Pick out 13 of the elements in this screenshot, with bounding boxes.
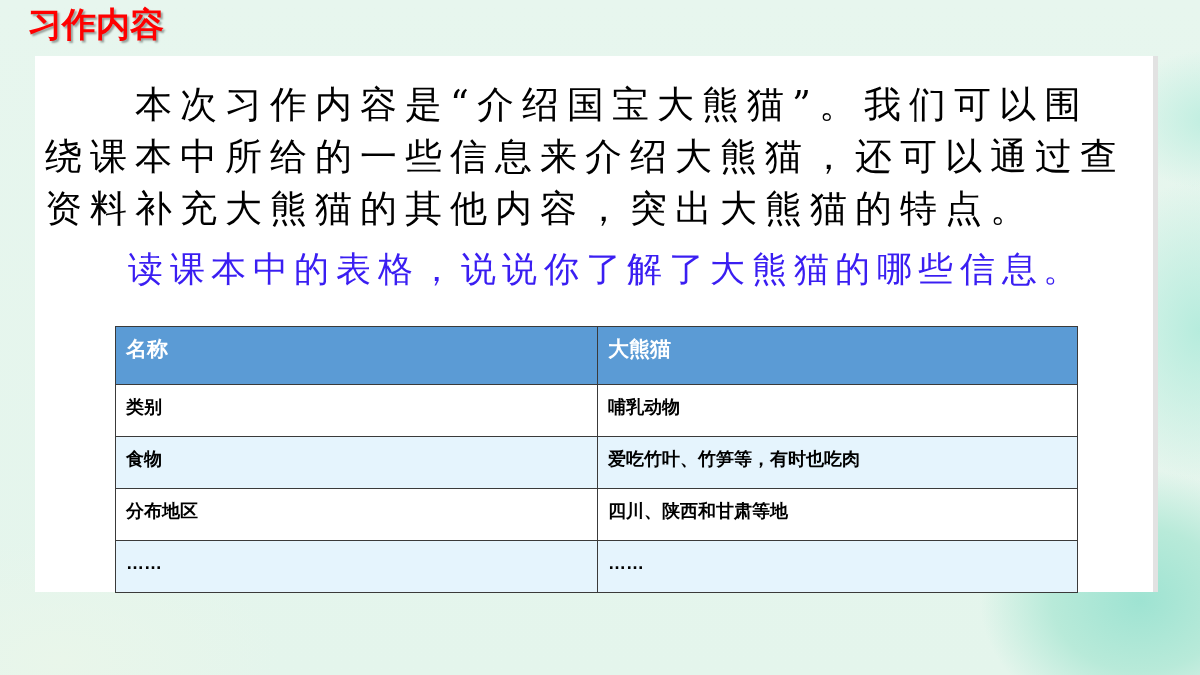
table-cell: 食物 bbox=[115, 436, 598, 489]
slide-title: 习作内容 bbox=[28, 4, 164, 44]
table-cell: 爱吃竹叶、竹笋等，有时也吃肉 bbox=[597, 436, 1078, 489]
table-cell: …… bbox=[115, 540, 598, 593]
intro-paragraph: 本次习作内容是“介绍国宝大熊猫”。我们可以围绕课本中所给的一些信息来介绍大熊猫，还可以通过查资料补充大熊猫的其他内容，突出大熊猫的特点。 bbox=[45, 82, 1126, 232]
table-cell: 分布地区 bbox=[115, 488, 598, 541]
table-cell: …… bbox=[597, 540, 1078, 593]
table-cell: 四川、陕西和甘肃等地 bbox=[597, 488, 1078, 541]
reading-prompt: 读课本中的表格，说说你了解了大熊猫的哪些信息。 bbox=[128, 248, 1085, 291]
column-header: 大熊猫 bbox=[597, 326, 1078, 385]
table-cell: 哺乳动物 bbox=[597, 384, 1078, 437]
column-header: 名称 bbox=[115, 326, 598, 385]
table-cell: 类别 bbox=[115, 384, 598, 437]
